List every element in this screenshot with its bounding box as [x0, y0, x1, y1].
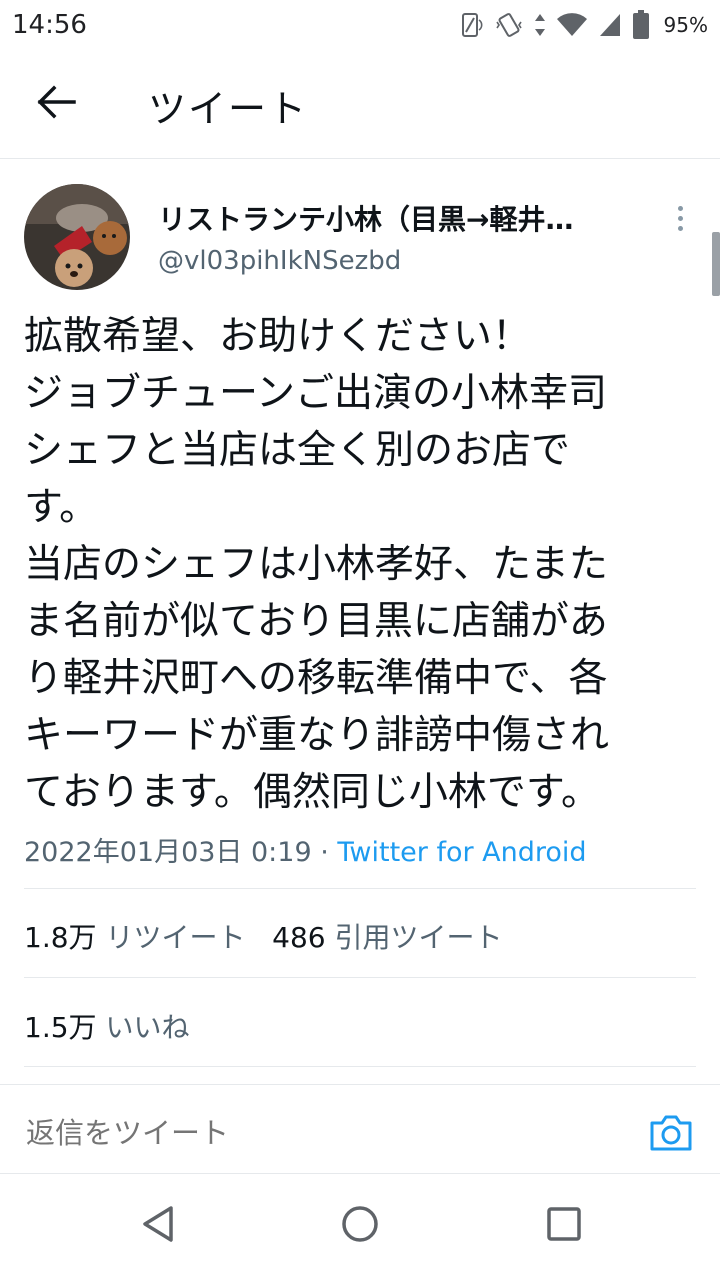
tweet-text-line: シェフと当店は全く別のお店で	[24, 428, 571, 473]
back-button[interactable]	[28, 80, 84, 128]
divider	[24, 977, 696, 978]
nav-back-button[interactable]	[136, 1204, 180, 1248]
author-name[interactable]: リストランテ小林（目黒→軽井…	[158, 198, 628, 238]
avatar[interactable]	[24, 184, 130, 290]
more-dot	[677, 225, 683, 231]
likes-count: 1.5万	[24, 1011, 97, 1044]
screen-rotate-icon	[458, 12, 484, 38]
recents-square-icon	[546, 1206, 582, 1246]
more-vertical-icon	[677, 205, 683, 211]
page-title: ツイート	[148, 87, 309, 131]
likes-stats-row[interactable]: 1.5万 いいね	[24, 1006, 189, 1046]
wifi-icon	[556, 12, 588, 38]
status-time: 14:56	[12, 10, 87, 40]
divider	[24, 1066, 696, 1067]
cell-signal-icon	[598, 12, 622, 38]
battery-percent: 95%	[663, 13, 708, 37]
tweet-text: 拡散希望、お助けください！ ジョブチューンご出演の小林幸司 シェフと当店は全く別…	[24, 308, 696, 821]
tweet-text-line: 当店のシェフは小林孝好、たまた	[24, 542, 608, 587]
app-bar: ツイート	[0, 50, 720, 159]
more-options-button[interactable]	[662, 200, 698, 236]
tweet-meta: 2022年01月03日 0:19 · Twitter for Android	[24, 830, 587, 869]
tweet-source-link[interactable]: Twitter for Android	[337, 837, 586, 868]
quotes-count: 486	[272, 921, 326, 954]
vibrate-icon	[494, 12, 524, 38]
camera-icon	[648, 1115, 694, 1157]
reply-input[interactable]	[24, 1115, 588, 1151]
retweet-stats-row: 1.8万 リツイート 486 引用ツイート	[24, 916, 503, 956]
quotes-label: 引用ツイート	[334, 921, 503, 954]
battery-icon	[632, 10, 650, 40]
status-icons: 95%	[458, 8, 708, 42]
meta-separator: ·	[311, 837, 338, 868]
back-arrow-icon	[36, 85, 76, 123]
tweet-text-line: 拡散希望、お助けください！	[24, 314, 532, 359]
home-circle-icon	[340, 1204, 380, 1248]
tweet-text-line: す。	[24, 485, 99, 530]
retweets-count: 1.8万	[24, 921, 97, 954]
camera-button[interactable]	[648, 1113, 694, 1153]
tweet-text-line: キーワードが重なり誹謗中傷され	[24, 713, 610, 758]
likes-label: いいね	[105, 1011, 190, 1044]
nav-recents-button[interactable]	[542, 1204, 586, 1248]
data-arrows-icon	[534, 12, 546, 38]
tweet-text-line: り軽井沢町への移転準備中で、各	[24, 656, 608, 701]
retweets-label: リツイート	[105, 921, 246, 954]
tweet-text-line: ております。偶然同じ小林です。	[24, 770, 601, 815]
status-bar: 14:56 95%	[0, 0, 720, 50]
scrollbar[interactable]	[712, 232, 720, 296]
author-handle[interactable]: @vl03pihIkNSezbd	[158, 246, 401, 276]
tweet-timestamp[interactable]: 2022年01月03日 0:19	[24, 837, 312, 868]
quotes-link[interactable]: 486 引用ツイート	[272, 921, 502, 954]
divider	[24, 888, 696, 889]
tweet-text-line: ジョブチューンご出演の小林幸司	[24, 371, 608, 416]
back-triangle-icon	[141, 1205, 175, 1247]
more-dot	[677, 215, 683, 221]
nav-home-button[interactable]	[338, 1204, 382, 1248]
retweets-link[interactable]: 1.8万 リツイート	[24, 921, 245, 954]
tweet-text-line: ま名前が似ており目黒に店舗があ	[24, 599, 608, 644]
reply-bar	[0, 1084, 720, 1174]
system-nav-bar	[0, 1174, 720, 1280]
